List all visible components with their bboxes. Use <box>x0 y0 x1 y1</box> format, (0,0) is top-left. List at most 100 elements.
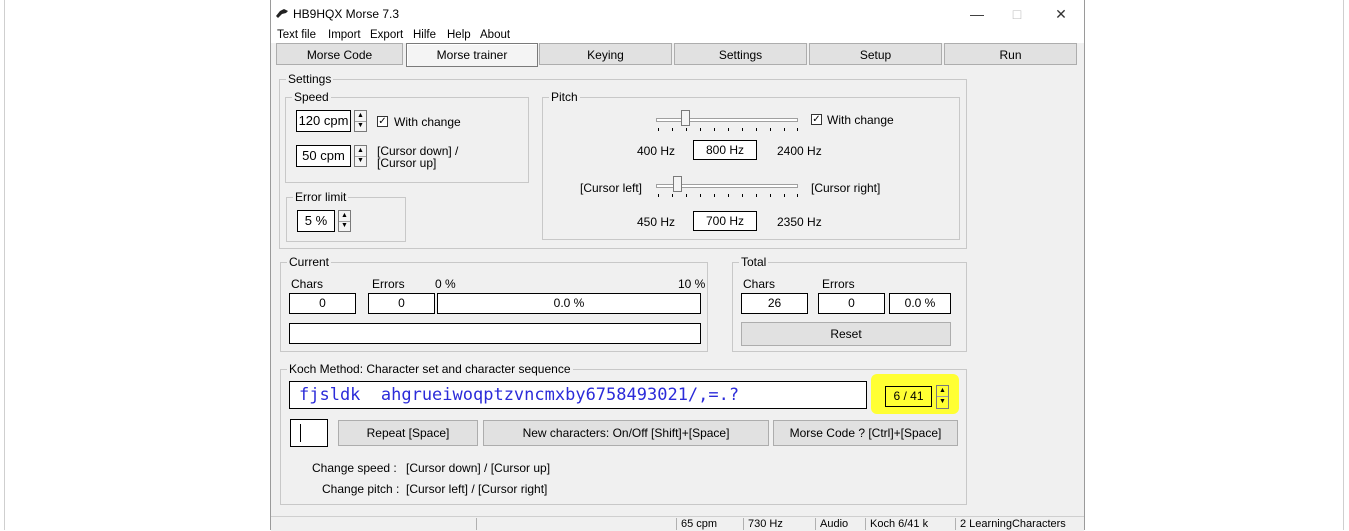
morse-code-button[interactable]: Morse Code ? [Ctrl]+[Space] <box>773 420 958 446</box>
tab-settings[interactable]: Settings <box>674 43 807 65</box>
current-chars-label: Chars <box>291 277 324 291</box>
speed-change-spinner[interactable]: ▲ ▼ <box>354 145 367 167</box>
pitch-value-2: 700 Hz <box>693 211 757 231</box>
help-pitch-label: Change pitch : <box>322 482 400 496</box>
menu-import[interactable]: Import <box>328 28 361 42</box>
app-window: HB9HQX Morse 7.3 — □ ✕ Text file Import … <box>270 0 1085 531</box>
error-limit-input[interactable]: 5 % <box>297 210 335 232</box>
tab-run[interactable]: Run <box>944 43 1077 65</box>
current-pct-high: 10 % <box>678 277 706 291</box>
background-edge-right <box>1343 0 1344 530</box>
error-limit-spinner[interactable]: ▲ ▼ <box>338 210 351 232</box>
total-errors-value: 0 <box>818 293 885 314</box>
total-errors-label: Errors <box>822 277 855 291</box>
spinner-down-icon[interactable]: ▼ <box>355 156 366 166</box>
close-icon[interactable]: ✕ <box>1043 3 1079 25</box>
repeat-button[interactable]: Repeat [Space] <box>338 420 478 446</box>
help-speed-label: Change speed : <box>312 461 397 475</box>
speed-input[interactable]: 120 cpm <box>296 110 351 132</box>
pitch-min-1: 400 Hz <box>637 144 676 158</box>
speed-change-hint-2: [Cursor up] <box>377 156 437 170</box>
menu-hilfe[interactable]: Hilfe <box>413 28 436 42</box>
current-input-line <box>289 323 701 344</box>
pitch-slider-ticks <box>658 128 798 132</box>
tab-keying[interactable]: Keying <box>539 43 672 65</box>
pitch-group: Pitch ✓ With change 400 Hz 800 Hz 2400 H… <box>542 90 960 240</box>
title-bar: HB9HQX Morse 7.3 — □ ✕ <box>271 0 1084 28</box>
speed-change-input[interactable]: 50 cpm <box>296 145 351 167</box>
status-panel-empty-2 <box>476 518 676 530</box>
menu-text-file[interactable]: Text file <box>277 28 316 42</box>
current-pct-low: 0 % <box>435 277 456 291</box>
current-chars-value: 0 <box>289 293 356 314</box>
pitch-with-change-checkbox[interactable]: ✓ <box>811 114 822 125</box>
current-errors-label: Errors <box>372 277 405 291</box>
settings-legend: Settings <box>286 72 334 86</box>
koch-sequence: fjsldk ahgrueiwoqptzvncmxby6758493021/,=… <box>299 385 740 405</box>
morse-input-box[interactable] <box>290 419 328 447</box>
current-group: Current Chars Errors 0 % 10 % 0 0 0.0 % <box>280 255 708 352</box>
koch-level-value[interactable]: 6 / 41 <box>885 386 932 407</box>
text-cursor <box>300 424 301 442</box>
pitch-slider-thumb[interactable] <box>681 110 690 126</box>
pitch-with-change-label: With change <box>827 113 894 127</box>
koch-group: Koch Method: Character set and character… <box>280 362 967 505</box>
maximize-icon[interactable]: □ <box>999 3 1035 25</box>
help-pitch-keys: [Cursor left] / [Cursor right] <box>406 482 548 496</box>
error-limit-legend: Error limit <box>293 190 349 204</box>
reset-button[interactable]: Reset <box>741 322 951 346</box>
help-speed-keys: [Cursor down] / [Cursor up] <box>406 461 551 475</box>
status-speed: 65 cpm <box>676 518 743 530</box>
speed-with-change-label: With change <box>394 115 461 129</box>
cursor-left-label: [Cursor left] <box>580 181 643 195</box>
total-chars-value: 26 <box>741 293 808 314</box>
spinner-down-icon[interactable]: ▼ <box>355 121 366 131</box>
status-panel-empty-1 <box>271 518 476 530</box>
menu-bar: Text file Import Export Hilfe Help About <box>271 28 1084 43</box>
total-chars-label: Chars <box>743 277 776 291</box>
speed-legend: Speed <box>292 90 331 104</box>
tab-strip: Morse Code Morse trainer Keying Settings… <box>271 43 1084 67</box>
menu-help[interactable]: Help <box>447 28 471 42</box>
status-koch: Koch 6/41 k <box>865 518 955 530</box>
error-limit-group: Error limit 5 % ▲ ▼ <box>286 190 406 242</box>
pitch-max-2: 2350 Hz <box>777 215 822 229</box>
total-error-pct: 0.0 % <box>889 293 951 314</box>
koch-sequence-field[interactable]: fjsldk ahgrueiwoqptzvncmxby6758493021/,=… <box>289 381 867 409</box>
settings-group: Settings Speed 120 cpm ▲ ▼ ✓ With change… <box>279 72 967 249</box>
pitch-slider-top[interactable] <box>656 110 798 134</box>
status-learning: 2 LearningCharacters <box>955 518 1084 530</box>
app-key-icon <box>276 9 288 18</box>
koch-level-spinner[interactable]: ▲ ▼ <box>936 385 949 409</box>
pitch-legend: Pitch <box>549 90 580 104</box>
current-errors-value: 0 <box>368 293 435 314</box>
pitch-slider-track <box>656 118 798 122</box>
cursor-right-label: [Cursor right] <box>811 181 881 195</box>
speed-with-change-checkbox[interactable]: ✓ <box>377 116 388 127</box>
tab-morse-trainer[interactable]: Morse trainer <box>406 43 538 67</box>
tab-setup[interactable]: Setup <box>809 43 942 65</box>
window-title: HB9HQX Morse 7.3 <box>293 7 400 21</box>
current-legend: Current <box>287 255 332 269</box>
pitch-max-1: 2400 Hz <box>777 144 822 158</box>
pitch-min-2: 450 Hz <box>637 215 676 229</box>
spinner-up-icon[interactable]: ▲ <box>937 386 948 397</box>
speed-group: Speed 120 cpm ▲ ▼ ✓ With change 50 cpm ▲… <box>285 90 529 183</box>
pitch-slider-ticks <box>658 194 798 198</box>
tab-morse-code[interactable]: Morse Code <box>276 43 403 65</box>
speed-spinner[interactable]: ▲ ▼ <box>354 110 367 132</box>
total-group: Total Chars Errors 26 0 0.0 % Reset <box>732 255 967 352</box>
total-legend: Total <box>739 255 769 269</box>
status-pitch: 730 Hz <box>743 518 815 530</box>
pitch-slider-thumb[interactable] <box>673 176 682 192</box>
pitch-slider-bottom[interactable] <box>656 176 798 200</box>
menu-about[interactable]: About <box>480 28 510 42</box>
minimize-icon[interactable]: — <box>959 3 995 25</box>
status-bar: 65 cpm 730 Hz Audio Koch 6/41 k 2 Learni… <box>271 516 1084 531</box>
spinner-down-icon[interactable]: ▼ <box>937 397 948 407</box>
spinner-down-icon[interactable]: ▼ <box>339 221 350 231</box>
menu-export[interactable]: Export <box>370 28 403 42</box>
koch-legend: Koch Method: Character set and character… <box>287 362 573 376</box>
status-mode: Audio <box>815 518 865 530</box>
new-characters-button[interactable]: New characters: On/Off [Shift]+[Space] <box>483 420 769 446</box>
